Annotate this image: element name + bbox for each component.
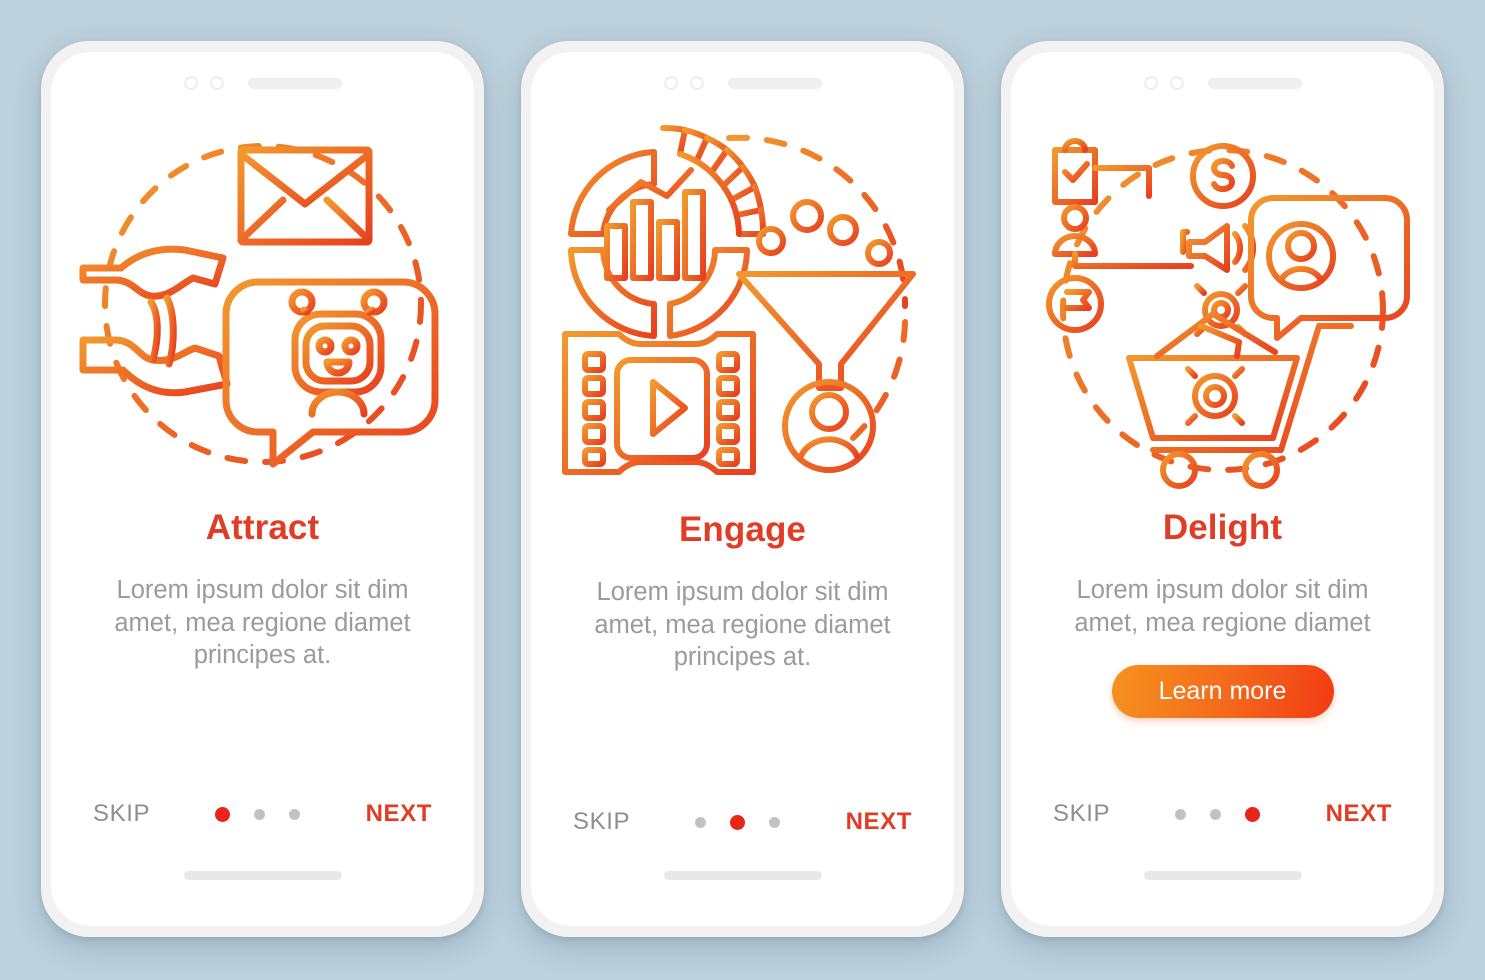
next-button[interactable]: NEXT: [1326, 800, 1392, 828]
phone-top-sensors: [1011, 76, 1434, 90]
home-indicator: [1143, 871, 1302, 880]
phone-screen-engage: Engage Lorem ipsum dolor sit dim amet, m…: [531, 52, 954, 926]
onboarding-nav-row: SKIP NEXT: [531, 808, 954, 836]
camera-icon: [663, 76, 678, 90]
page-description: Lorem ipsum dolor sit dim amet, mea regi…: [1074, 576, 1371, 637]
pagination-dot-1[interactable]: [695, 816, 707, 828]
phone-mockup-engage: Engage Lorem ipsum dolor sit dim amet, m…: [521, 41, 964, 937]
sensor-icon: [689, 76, 704, 90]
sensor-icon: [209, 76, 224, 90]
camera-icon: [183, 76, 198, 90]
next-button[interactable]: NEXT: [846, 808, 912, 836]
phone-screen-attract: Attract Lorem ipsum dolor sit dim amet, …: [51, 52, 474, 926]
phone-top-sensors: [531, 76, 954, 90]
camera-icon: [1143, 76, 1158, 90]
skip-button[interactable]: SKIP: [573, 808, 630, 836]
phone-mockup-delight: Delight Lorem ipsum dolor sit dim amet, …: [1001, 41, 1444, 937]
screen-content-attract: Attract Lorem ipsum dolor sit dim amet, …: [51, 114, 474, 672]
onboarding-screens-row: Attract Lorem ipsum dolor sit dim amet, …: [0, 0, 1485, 980]
pagination-dot-2[interactable]: [1210, 808, 1222, 820]
pagination-dot-2[interactable]: [254, 808, 266, 820]
pagination-dot-1[interactable]: [215, 806, 231, 822]
pagination-dot-3[interactable]: [289, 808, 301, 820]
pagination-dot-2[interactable]: [730, 814, 746, 830]
phone-mockup-attract: Attract Lorem ipsum dolor sit dim amet, …: [41, 41, 484, 937]
sensor-icon: [1169, 76, 1184, 90]
pagination-dot-1[interactable]: [1175, 808, 1187, 820]
phone-top-sensors: [51, 76, 474, 90]
learn-more-button[interactable]: Learn more: [1111, 665, 1334, 719]
home-indicator: [663, 871, 822, 880]
screen-content-delight: Delight Lorem ipsum dolor sit dim amet, …: [1011, 114, 1434, 719]
onboarding-nav-row: SKIP NEXT: [51, 800, 474, 828]
email-chatbot-magnet-illustration: [79, 143, 438, 468]
speaker-bar: [247, 77, 342, 89]
page-description: Lorem ipsum dolor sit dim amet, mea regi…: [114, 576, 411, 670]
speaker-bar: [1207, 77, 1302, 89]
page-title: Engage: [678, 510, 806, 549]
home-indicator: [183, 871, 342, 880]
next-button[interactable]: NEXT: [366, 800, 432, 828]
page-title: Attract: [205, 508, 320, 547]
skip-button[interactable]: SKIP: [93, 800, 150, 828]
speaker-bar: [727, 77, 822, 89]
page-description: Lorem ipsum dolor sit dim amet, mea regi…: [594, 578, 891, 672]
pagination-dots: [695, 814, 781, 830]
pagination-dots: [1175, 806, 1261, 822]
pagination-dot-3[interactable]: [769, 816, 781, 828]
analytics-funnel-video-illustration: [561, 124, 916, 475]
phone-screen-delight: Delight Lorem ipsum dolor sit dim amet, …: [1011, 52, 1434, 926]
skip-button[interactable]: SKIP: [1053, 800, 1110, 828]
onboarding-nav-row: SKIP NEXT: [1011, 800, 1434, 828]
pagination-dots: [215, 806, 301, 822]
page-title: Delight: [1162, 508, 1283, 547]
screen-content-engage: Engage Lorem ipsum dolor sit dim amet, m…: [531, 116, 954, 674]
pagination-dot-3[interactable]: [1245, 806, 1261, 822]
cart-chat-workflow-illustration: [1045, 138, 1410, 489]
